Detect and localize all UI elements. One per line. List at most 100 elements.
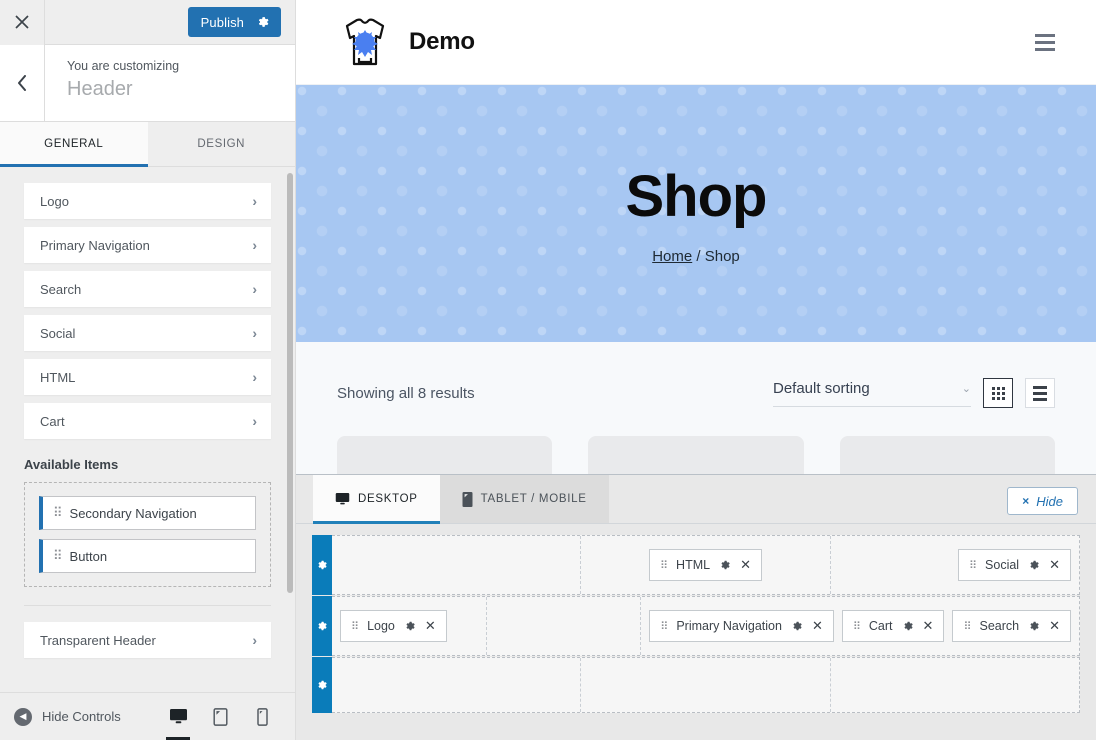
grid-view-icon — [991, 386, 1005, 400]
page-title: Shop — [625, 163, 768, 229]
item-remove-icon[interactable]: ✕ — [425, 618, 436, 634]
sidebar-item-label: HTML — [40, 369, 76, 385]
item-remove-icon[interactable]: ✕ — [812, 618, 823, 634]
chevron-right-icon: › — [252, 281, 257, 297]
item-settings-gear-icon[interactable] — [404, 620, 416, 632]
builder-item-social[interactable]: ⠿ Social ✕ — [957, 549, 1071, 581]
sorting-select[interactable]: Default sorting ⌄ — [773, 380, 971, 407]
hide-controls-label: Hide Controls — [42, 709, 121, 724]
builder-column-right[interactable]: ⠿ Primary Navigation ✕ ⠿ Cart ✕ ⠿ Search… — [641, 597, 1079, 655]
drag-handle-icon[interactable]: ⠿ — [351, 620, 359, 633]
drag-handle-icon[interactable]: ⠿ — [660, 559, 668, 572]
drag-handle-icon[interactable]: ⠿ — [53, 505, 62, 521]
hide-builder-button[interactable]: × Hide — [1007, 487, 1078, 515]
available-items-dropzone[interactable]: ⠿ Secondary Navigation ⠿ Button — [24, 482, 271, 587]
customizer-footer: ◀ Hide Controls — [0, 692, 295, 740]
builder-item-label: Search — [979, 619, 1020, 633]
builder-column-right[interactable] — [831, 658, 1079, 712]
sidebar-item-cart[interactable]: Cart › — [24, 403, 271, 439]
device-tablet-button[interactable] — [201, 694, 239, 740]
grid-view-button[interactable] — [983, 378, 1013, 408]
sidebar-item-label: Primary Navigation — [40, 237, 150, 253]
builder-item-cart[interactable]: ⠿ Cart ✕ — [841, 610, 945, 642]
builder-column-right[interactable]: ⠿ Social ✕ — [831, 536, 1079, 594]
sidebar-item-html[interactable]: HTML › — [24, 359, 271, 395]
row-settings-gear-icon[interactable] — [312, 657, 332, 713]
builder-item-html[interactable]: ⠿ HTML ✕ — [648, 549, 762, 581]
sidebar-item-primary-navigation[interactable]: Primary Navigation › — [24, 227, 271, 263]
sidebar-item-search[interactable]: Search › — [24, 271, 271, 307]
available-item-secondary-navigation[interactable]: ⠿ Secondary Navigation — [39, 496, 256, 530]
customizing-label: You are customizing — [67, 59, 180, 73]
hamburger-bar — [1035, 40, 1055, 44]
device-mobile-button[interactable] — [243, 694, 281, 740]
page-title: Header — [67, 77, 133, 100]
hide-controls-button[interactable]: ◀ Hide Controls — [14, 707, 121, 726]
chevron-right-icon: › — [252, 632, 257, 648]
tab-design-label: DESIGN — [197, 138, 246, 150]
customizer-topbar: Publish — [0, 0, 295, 45]
site-branding[interactable]: Demo — [337, 12, 475, 72]
customizer-scroll-area: Logo › Primary Navigation › Search › Soc… — [0, 167, 295, 692]
builder-item-label: Primary Navigation — [676, 619, 782, 633]
tab-general[interactable]: GENERAL — [0, 122, 148, 167]
tab-desktop[interactable]: DESKTOP — [313, 475, 440, 524]
item-remove-icon[interactable]: ✕ — [923, 618, 934, 634]
device-desktop-button[interactable] — [159, 694, 197, 740]
tshirt-splatter-logo-icon — [337, 12, 393, 72]
breadcrumb-home-link[interactable]: Home — [652, 248, 692, 265]
item-settings-gear-icon[interactable] — [902, 620, 914, 632]
item-settings-gear-icon[interactable] — [1028, 559, 1040, 571]
builder-item-logo[interactable]: ⠿ Logo ✕ — [340, 610, 447, 642]
customizer-sections-list: Logo › Primary Navigation › Search › Soc… — [0, 167, 295, 658]
publish-button[interactable]: Publish — [187, 7, 281, 37]
available-item-button[interactable]: ⠿ Button — [39, 539, 256, 573]
chevron-right-icon: › — [252, 369, 257, 385]
sidebar-scrollbar[interactable] — [287, 173, 293, 593]
panel-header-text: You are customizing Header — [45, 45, 179, 121]
item-settings-gear-icon[interactable] — [719, 559, 731, 571]
tab-tablet-mobile[interactable]: TABLET / MOBILE — [439, 475, 609, 523]
sidebar-item-label: Logo — [40, 193, 69, 209]
builder-column-left[interactable] — [332, 658, 582, 712]
back-chevron-icon[interactable] — [0, 45, 45, 121]
builder-row-above-header: ⠿ HTML ✕ ⠿ Social ✕ — [312, 535, 1080, 595]
tab-tablet-mobile-label: TABLET / MOBILE — [480, 493, 587, 505]
device-preview-switcher — [159, 694, 281, 740]
builder-column-left[interactable] — [332, 536, 582, 594]
builder-column-center[interactable] — [487, 597, 642, 655]
item-settings-gear-icon[interactable] — [791, 620, 803, 632]
hamburger-icon[interactable] — [1035, 33, 1055, 51]
list-view-button[interactable] — [1025, 378, 1055, 408]
close-icon: × — [1022, 494, 1030, 508]
row-settings-gear-icon[interactable] — [312, 596, 332, 656]
drag-handle-icon[interactable]: ⠿ — [853, 620, 861, 633]
publish-settings-gear-icon[interactable] — [254, 15, 281, 29]
section-divider — [24, 605, 271, 606]
header-builder-panel: DESKTOP TABLET / MOBILE × Hide ⠿ HTML ✕ … — [296, 474, 1096, 740]
builder-column-center[interactable]: ⠿ HTML ✕ — [581, 536, 831, 594]
sidebar-item-logo[interactable]: Logo › — [24, 183, 271, 219]
builder-row-below-header — [312, 657, 1080, 713]
tab-general-label: GENERAL — [44, 138, 104, 150]
item-remove-icon[interactable]: ✕ — [1049, 618, 1060, 634]
builder-column-center[interactable] — [581, 658, 831, 712]
desktop-icon — [335, 492, 350, 506]
drag-handle-icon[interactable]: ⠿ — [969, 559, 977, 572]
item-remove-icon[interactable]: ✕ — [740, 557, 751, 573]
tab-design[interactable]: DESIGN — [147, 122, 295, 166]
close-icon[interactable] — [0, 0, 45, 45]
item-settings-gear-icon[interactable] — [1028, 620, 1040, 632]
drag-handle-icon[interactable]: ⠿ — [53, 548, 62, 564]
sidebar-item-transparent-header[interactable]: Transparent Header › — [24, 622, 271, 658]
builder-item-primary-navigation[interactable]: ⠿ Primary Navigation ✕ — [649, 610, 834, 642]
drag-handle-icon[interactable]: ⠿ — [963, 620, 971, 633]
sidebar-item-social[interactable]: Social › — [24, 315, 271, 351]
hamburger-bar — [1035, 33, 1055, 37]
builder-column-left[interactable]: ⠿ Logo ✕ — [332, 597, 487, 655]
builder-item-search[interactable]: ⠿ Search ✕ — [952, 610, 1072, 642]
drag-handle-icon[interactable]: ⠿ — [660, 620, 668, 633]
row-settings-gear-icon[interactable] — [312, 535, 332, 595]
header-builder-rows: ⠿ HTML ✕ ⠿ Social ✕ ⠿ Logo ✕ ⠿ Primary N… — [296, 524, 1096, 713]
item-remove-icon[interactable]: ✕ — [1049, 557, 1060, 573]
